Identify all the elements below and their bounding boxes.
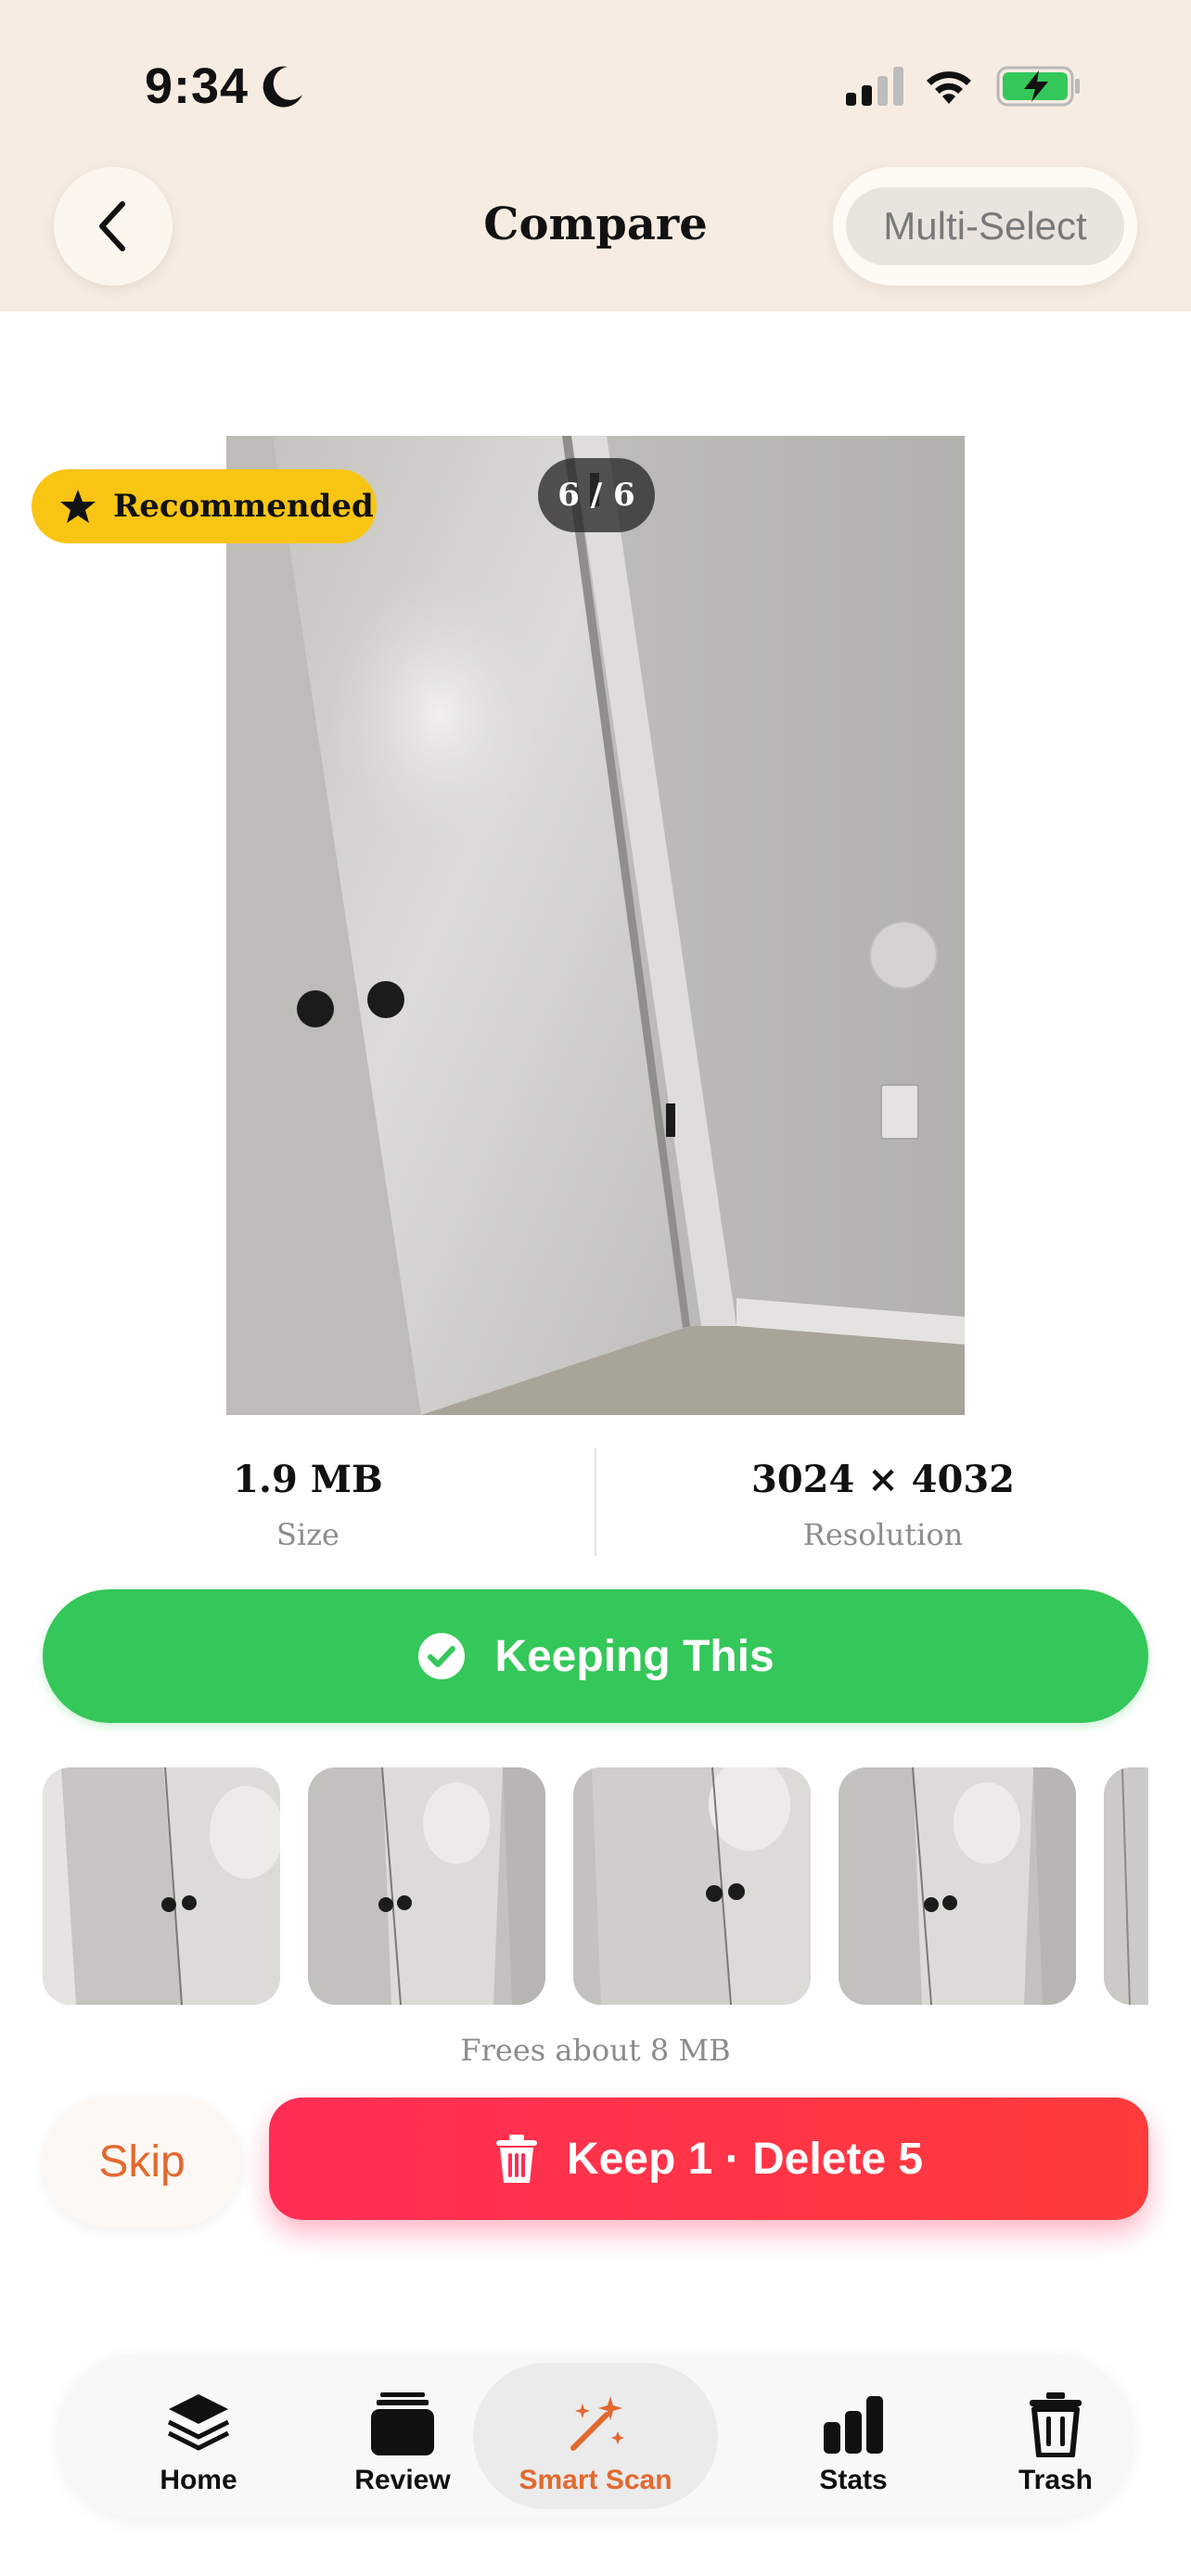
bar-chart-icon (824, 2396, 883, 2454)
tab-label: Trash (1018, 2465, 1094, 2495)
cellular-signal-icon (846, 67, 903, 106)
resolution-label: Resolution (802, 1517, 964, 1552)
tab-label: Home (160, 2465, 237, 2495)
moon-icon (263, 66, 302, 108)
keeping-this-button[interactable]: Keeping This (43, 1589, 1148, 1723)
magic-wand-icon (570, 2396, 624, 2451)
layers-icon (167, 2394, 230, 2451)
multi-select-button[interactable]: Multi-Select (846, 187, 1124, 265)
info-divider (595, 1448, 596, 1556)
recommended-badge: Recommended (32, 469, 377, 543)
keeping-this-label: Keeping This (494, 1631, 775, 1681)
tab-smart-scan[interactable]: Smart Scan (473, 2363, 718, 2509)
multi-select-container: Multi-Select (833, 167, 1137, 286)
thumbnail[interactable] (308, 1767, 545, 2005)
star-icon (60, 490, 96, 523)
status-time: 9:34 (145, 58, 250, 114)
tab-bar: Home Review Smart Scan Stats Trash (58, 2353, 1133, 2519)
thumbnail-strip[interactable] (43, 1767, 1148, 2005)
keep-delete-button[interactable]: Keep 1 · Delete 5 (269, 2098, 1148, 2220)
thumbnail[interactable] (839, 1767, 1076, 2005)
tab-trash[interactable]: Trash (954, 2363, 1158, 2509)
skip-button[interactable]: Skip (43, 2096, 241, 2227)
thumbnail[interactable] (43, 1767, 280, 2005)
main-photo[interactable] (226, 436, 965, 1415)
file-size-label: Size (276, 1517, 339, 1552)
tab-label: Smart Scan (519, 2465, 672, 2495)
tab-label: Stats (819, 2465, 888, 2495)
tab-home[interactable]: Home (96, 2363, 301, 2509)
tab-label: Review (354, 2465, 451, 2495)
battery-charging-icon (996, 66, 1080, 107)
tab-stats[interactable]: Stats (751, 2363, 955, 2509)
trash-icon (495, 2135, 537, 2183)
keep-delete-label: Keep 1 · Delete 5 (566, 2134, 924, 2184)
resolution-value: 3024 × 4032 (750, 1458, 1016, 1501)
trash-icon (1030, 2392, 1082, 2457)
checkmark-circle-icon (418, 1633, 466, 1679)
file-size-value: 1.9 MB (233, 1458, 383, 1501)
frees-space-text: Frees about 8 MB (460, 2033, 731, 2068)
wifi-icon (927, 71, 971, 104)
thumbnail[interactable] (573, 1767, 811, 2005)
recommended-label: Recommended (113, 488, 374, 525)
stack-icon (371, 2392, 434, 2455)
door-photo-image (226, 436, 965, 1415)
photo-counter: 6 / 6 (538, 458, 655, 532)
thumbnail[interactable] (1104, 1767, 1148, 2005)
